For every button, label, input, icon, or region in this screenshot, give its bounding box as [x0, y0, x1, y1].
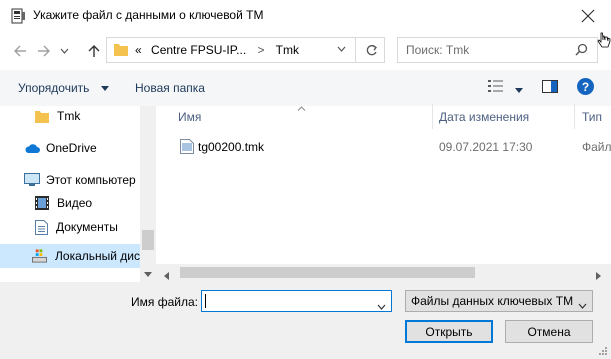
file-type-filter[interactable]: Файлы данных ключевых ТМ	[405, 290, 593, 312]
title-bar: Укажите файл с данными о ключевой ТМ	[0, 0, 611, 32]
app-icon	[10, 8, 26, 24]
filename-label: Имя файла:	[131, 295, 198, 309]
window-title: Укажите файл с данными о ключевой ТМ	[33, 8, 264, 22]
new-folder-button[interactable]: Новая папка	[135, 81, 205, 95]
close-button[interactable]	[565, 0, 611, 32]
breadcrumb-item[interactable]: Tmk	[276, 43, 299, 57]
resize-grip-icon[interactable]	[598, 345, 608, 359]
organize-button[interactable]: Упорядочить	[18, 81, 109, 95]
filename-combobox[interactable]	[201, 290, 392, 312]
scroll-right-icon[interactable]	[596, 269, 601, 283]
file-type: Файл	[582, 140, 611, 154]
arrow-left-icon	[14, 45, 26, 57]
search-input[interactable]: Поиск: Tmk	[406, 43, 469, 57]
file-icon	[180, 139, 194, 157]
file-list	[156, 106, 611, 282]
address-dropdown[interactable]	[337, 43, 346, 55]
sidebar-item-onedrive[interactable]: OneDrive	[0, 136, 140, 160]
horizontal-scroll-thumb[interactable]	[180, 267, 475, 278]
file-date: 09.07.2021 17:30	[439, 140, 533, 154]
computer-icon	[24, 173, 40, 186]
sidebar-item-label: Tmk	[57, 109, 81, 123]
column-divider[interactable]	[432, 104, 433, 129]
column-header-type[interactable]: Тип	[582, 110, 602, 124]
sidebar-item-label: Локальный дис	[55, 249, 140, 263]
search-icon[interactable]	[575, 43, 588, 59]
chevron-down-icon[interactable]	[578, 298, 587, 312]
open-button[interactable]: Открыть	[405, 320, 493, 343]
sidebar-item-video[interactable]: Видео	[0, 191, 140, 215]
text-caret	[205, 294, 206, 308]
recent-locations-button[interactable]	[57, 41, 71, 61]
close-icon	[581, 9, 595, 23]
column-divider[interactable]	[574, 104, 575, 129]
document-icon	[35, 219, 48, 235]
forward-button[interactable]	[34, 41, 54, 61]
folder-icon	[35, 110, 49, 123]
column-header-name[interactable]: Имя	[178, 110, 201, 124]
sidebar-item-label: OneDrive	[46, 141, 97, 155]
address-bar[interactable]: « Centre FPSU-IP... > Tmk	[106, 37, 385, 63]
organize-label: Упорядочить	[18, 81, 90, 95]
sidebar-item-this-pc[interactable]: Этот компьютер	[0, 168, 140, 192]
scroll-down-icon[interactable]	[144, 266, 152, 280]
scroll-left-icon[interactable]	[164, 269, 169, 283]
sidebar-item-documents[interactable]: Документы	[0, 215, 140, 239]
drive-icon	[32, 249, 48, 263]
chevron-down-icon	[337, 46, 346, 52]
caret-down-icon	[515, 88, 524, 93]
cursor-hand-icon	[597, 32, 611, 53]
sidebar-scrollbar[interactable]	[140, 106, 156, 282]
video-icon	[35, 196, 49, 210]
arrow-right-icon	[38, 45, 50, 57]
sidebar-item-label: Документы	[56, 220, 118, 234]
file-name: tg00200.tmk	[198, 140, 265, 154]
sidebar-item-label: Видео	[57, 196, 93, 210]
chevron-down-icon[interactable]	[377, 299, 386, 313]
sidebar-item-label: Этот компьютер	[46, 173, 136, 187]
up-button[interactable]	[84, 41, 104, 61]
file-type-filter-value: Файлы данных ключевых ТМ	[411, 294, 574, 308]
back-button[interactable]	[10, 41, 30, 61]
view-options-button[interactable]	[488, 79, 524, 96]
file-row[interactable]: tg00200.tmk 09.07.2021 17:30 Файл	[176, 136, 611, 158]
breadcrumb: « Centre FPSU-IP... > Tmk	[135, 43, 299, 57]
chevron-down-icon	[60, 48, 68, 54]
help-button[interactable]: ?	[577, 78, 594, 95]
cloud-icon	[25, 143, 40, 153]
caret-down-icon	[100, 86, 109, 92]
column-header-date[interactable]: Дата изменения	[439, 110, 529, 124]
sidebar-scroll-thumb[interactable]	[142, 230, 154, 250]
preview-pane-button[interactable]	[542, 80, 558, 96]
search-box[interactable]: Поиск: Tmk	[397, 37, 598, 63]
refresh-button[interactable]	[355, 38, 386, 62]
arrow-up-icon	[88, 45, 100, 57]
refresh-icon	[366, 44, 377, 55]
breadcrumb-item[interactable]: Centre FPSU-IP...	[151, 43, 246, 57]
path-overflow[interactable]: «	[135, 43, 142, 57]
details-view-icon	[488, 80, 503, 92]
breadcrumb-separator-icon[interactable]: >	[258, 43, 265, 57]
folder-icon	[114, 43, 128, 56]
sidebar-item-tmk[interactable]: Tmk	[0, 104, 140, 128]
preview-pane-icon	[542, 80, 558, 93]
sidebar-item-local-disk[interactable]: Локальный дис	[0, 244, 140, 268]
sort-ascending-icon	[297, 100, 306, 114]
cancel-button[interactable]: Отмена	[505, 320, 593, 343]
